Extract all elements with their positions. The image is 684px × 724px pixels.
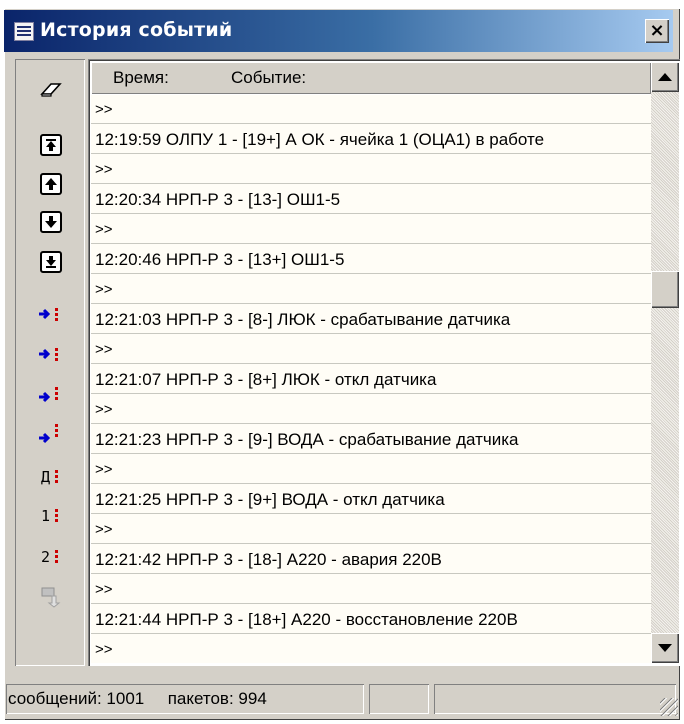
column-header-time[interactable]: Время: <box>113 68 169 88</box>
goto-event-button-2[interactable] <box>37 343 65 369</box>
list-marker-row[interactable]: >> <box>91 335 651 364</box>
goto-event-button-3[interactable] <box>37 382 65 408</box>
arrow-down-icon <box>40 211 62 233</box>
filter-2-button[interactable]: 2 <box>37 544 65 570</box>
scroll-to-bottom-icon <box>40 251 62 273</box>
table-row[interactable]: 12:20:34 НРП-Р 3 - [13-] ОШ1-5 <box>91 185 651 214</box>
table-row[interactable]: 12:21:07 НРП-Р 3 - [8+] ЛЮК - откл датчи… <box>91 365 651 394</box>
title-bar[interactable]: История событий × <box>4 10 673 52</box>
list-marker-row[interactable]: >> <box>91 395 651 424</box>
triangle-down-icon <box>658 644 672 652</box>
goto-event-button-1[interactable] <box>37 301 65 327</box>
scroll-up-arrow[interactable] <box>651 62 679 92</box>
scroll-up-button[interactable] <box>37 171 65 197</box>
list-header: Время: Событие: <box>91 62 651 94</box>
scroll-to-top-icon <box>40 134 62 156</box>
list-marker-row[interactable]: >> <box>91 95 651 124</box>
arrow-up-icon <box>40 173 62 195</box>
goto-event-icon <box>39 424 58 444</box>
status-panel-2 <box>369 684 429 714</box>
scroll-top-button[interactable] <box>37 132 65 158</box>
window-app-icon <box>14 22 34 41</box>
status-bar: сообщений: 1001 пакетов: 994 <box>6 684 678 716</box>
list-marker-row[interactable]: >> <box>91 215 651 244</box>
table-row[interactable]: 12:21:03 НРП-Р 3 - [8-] ЛЮК - срабатыван… <box>91 305 651 334</box>
scroll-bottom-button[interactable] <box>37 249 65 275</box>
table-row[interactable]: 12:19:59 ОЛПУ 1 - [19+] А ОК - ячейка 1 … <box>91 125 651 154</box>
resize-grip[interactable] <box>660 698 678 716</box>
list-marker-row[interactable]: >> <box>91 275 651 304</box>
status-packets: пакетов: 994 <box>167 689 267 708</box>
list-marker-row[interactable]: >> <box>91 635 651 663</box>
clear-button[interactable] <box>37 77 65 103</box>
goto-event-icon <box>39 387 58 403</box>
window-title: История событий <box>40 19 233 41</box>
filter-2-icon: 2 <box>41 548 61 566</box>
event-rows: >> 12:19:59 ОЛПУ 1 - [19+] А ОК - ячейка … <box>91 95 651 663</box>
filter-1-button[interactable]: 1 <box>37 503 65 529</box>
triangle-up-icon <box>658 73 672 81</box>
goto-event-icon <box>39 308 58 321</box>
status-panel-counts: сообщений: 1001 пакетов: 994 <box>6 684 364 714</box>
eraser-icon <box>40 83 62 97</box>
scroll-thumb[interactable] <box>651 271 679 308</box>
close-button[interactable]: × <box>645 19 669 43</box>
goto-event-icon <box>39 348 58 361</box>
column-header-event[interactable]: Событие: <box>231 68 306 88</box>
filter-d-icon: Д <box>41 468 61 486</box>
table-row[interactable]: 12:21:44 НРП-Р 3 - [18+] А220 - восстано… <box>91 605 651 634</box>
event-list: Время: Событие: >> 12:19:59 ОЛПУ 1 - [19+… <box>88 59 680 666</box>
disabled-arrow-icon <box>41 587 61 608</box>
table-row[interactable]: 12:21:25 НРП-Р 3 - [9+] ВОДА - откл датч… <box>91 485 651 514</box>
vertical-scrollbar[interactable] <box>651 62 679 663</box>
left-toolbar: Д 1 2 <box>15 59 85 666</box>
table-row[interactable]: 12:20:46 НРП-Р 3 - [13+] ОШ1-5 <box>91 245 651 274</box>
list-marker-row[interactable]: >> <box>91 155 651 184</box>
table-row[interactable]: 12:21:42 НРП-Р 3 - [18-] А220 - авария 2… <box>91 545 651 574</box>
goto-event-button-4[interactable] <box>37 421 65 447</box>
table-row[interactable]: 12:21:23 НРП-Р 3 - [9-] ВОДА - срабатыва… <box>91 425 651 454</box>
filter-1-icon: 1 <box>41 507 61 525</box>
status-panel-3 <box>434 684 676 714</box>
status-messages: сообщений: 1001 <box>8 689 145 708</box>
list-marker-row[interactable]: >> <box>91 575 651 604</box>
disabled-button[interactable] <box>37 584 65 610</box>
filter-d-button[interactable]: Д <box>37 464 65 490</box>
scroll-down-arrow[interactable] <box>651 633 679 663</box>
list-marker-row[interactable]: >> <box>91 515 651 544</box>
list-marker-row[interactable]: >> <box>91 455 651 484</box>
scroll-down-button[interactable] <box>37 209 65 235</box>
